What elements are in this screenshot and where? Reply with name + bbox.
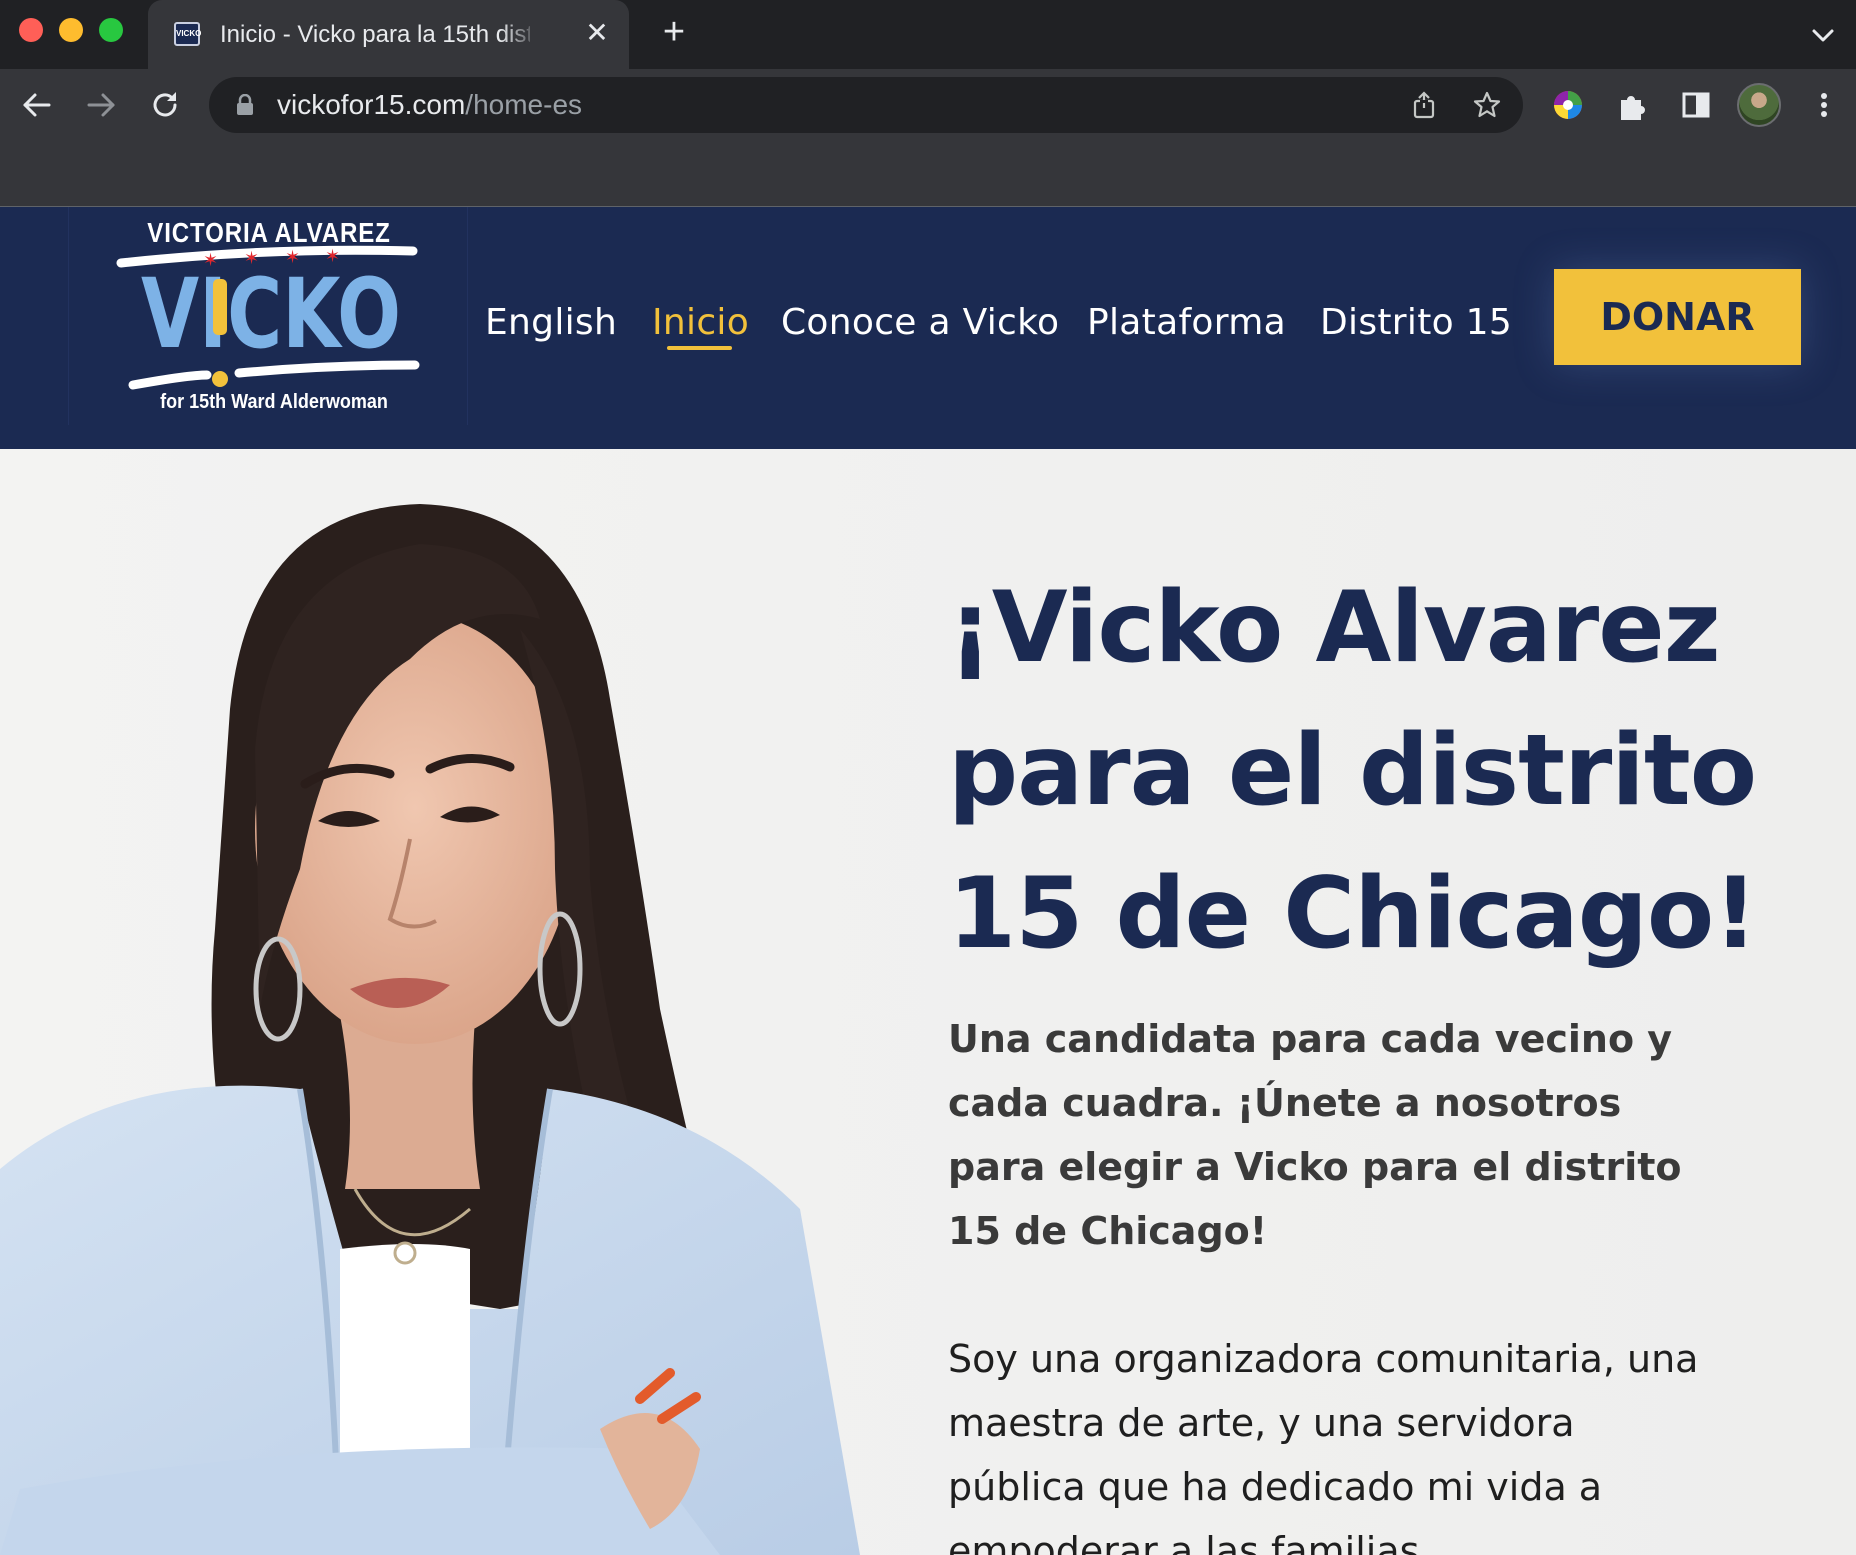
share-icon[interactable] xyxy=(1409,90,1439,120)
side-panel-icon[interactable] xyxy=(1677,86,1715,124)
donate-button[interactable]: DONAR xyxy=(1554,269,1801,365)
browser-toolbar: vickofor15.com/home-es xyxy=(0,69,1856,141)
color-picker-extension-icon[interactable] xyxy=(1549,86,1587,124)
window-minimize-button[interactable] xyxy=(59,18,83,42)
logo-top-text: VICTORIA ALVAREZ xyxy=(147,217,391,248)
reload-icon[interactable] xyxy=(145,85,185,125)
tab-title-fade xyxy=(500,19,540,51)
back-arrow-icon[interactable] xyxy=(17,85,57,125)
hero-subtitle: Una candidata para cada vecino y cada cu… xyxy=(948,1017,1682,1253)
tab-close-icon[interactable]: ✕ xyxy=(582,18,612,48)
campaign-logo[interactable]: ✶ ✶ ✶ ✶ VICKO VICTORIA ALVAREZ for 15th … xyxy=(68,207,468,425)
nav-conoce-a-vicko[interactable]: Conoce a Vicko xyxy=(781,295,1059,351)
browser-tab-strip: VICKO Inicio - Vicko para la 15th distri… xyxy=(0,0,1856,69)
nav-inicio[interactable]: Inicio xyxy=(652,295,749,351)
lock-icon[interactable] xyxy=(235,94,255,116)
nav-plataforma[interactable]: Plataforma xyxy=(1087,295,1286,351)
nav-active-underline xyxy=(667,346,732,350)
new-tab-plus-icon[interactable]: + xyxy=(656,13,692,51)
forward-arrow-icon[interactable] xyxy=(81,85,121,125)
bookmarks-bar xyxy=(0,141,1856,207)
tab-title: Inicio - Vicko para la 15th distrito xyxy=(220,21,530,48)
nav-distrito-15[interactable]: Distrito 15 xyxy=(1320,295,1512,351)
url-text[interactable]: vickofor15.com/home-es xyxy=(277,88,582,122)
logo-bottom-text: for 15th Ward Alderwoman xyxy=(160,391,388,413)
hero-section: ¡Vicko Alvarez para el distrito 15 de Ch… xyxy=(0,449,1856,1555)
extensions-puzzle-icon[interactable] xyxy=(1613,86,1651,124)
tab-search-chevron-down-icon[interactable] xyxy=(1805,20,1841,50)
window-close-button[interactable] xyxy=(19,18,43,42)
url-path: /home-es xyxy=(465,89,583,120)
logo-vicko-text: VICKO xyxy=(141,258,401,370)
window-maximize-button[interactable] xyxy=(99,18,123,42)
site-favicon-icon: VICKO xyxy=(174,22,201,46)
nav-english[interactable]: English xyxy=(485,295,617,351)
candidate-portrait-image xyxy=(0,504,860,1555)
bookmark-star-icon[interactable] xyxy=(1472,90,1502,120)
address-bar[interactable]: vickofor15.com/home-es xyxy=(209,77,1523,133)
hero-body-text: Soy una organizadora comunitaria, una ma… xyxy=(948,1337,1699,1555)
hero-title: ¡Vicko Alvarez para el distrito 15 de Ch… xyxy=(948,571,1758,971)
kebab-menu-icon[interactable] xyxy=(1805,86,1843,124)
browser-tab-active[interactable]: VICKO Inicio - Vicko para la 15th distri… xyxy=(148,0,629,69)
url-host: vickofor15.com xyxy=(277,89,466,120)
profile-avatar[interactable] xyxy=(1737,83,1781,127)
